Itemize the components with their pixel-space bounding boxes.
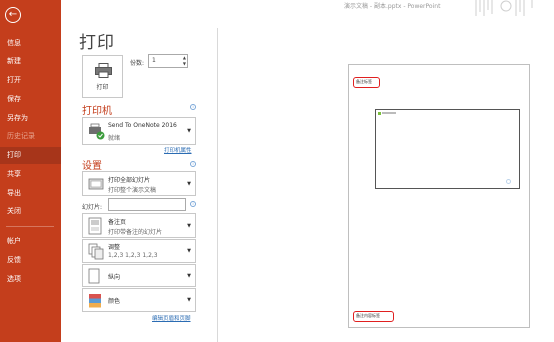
slides-stack-icon <box>88 178 104 190</box>
sidebar-item-share[interactable]: 共享 <box>0 166 61 183</box>
color-dropdown[interactable]: 颜色 ▼ <box>82 288 196 312</box>
decorative-pattern-icon <box>475 0 533 16</box>
sidebar-item-save[interactable]: 保存 <box>0 91 61 108</box>
settings-section-heading: 设置 <box>82 161 102 172</box>
chevron-down-icon: ▼ <box>187 180 191 187</box>
sidebar-item-close[interactable]: 关闭 <box>0 203 61 220</box>
sidebar-item-print[interactable]: 打印 <box>0 147 61 164</box>
page-title: 打印 <box>79 33 115 53</box>
pane-divider <box>217 28 218 342</box>
slides-label: 幻灯片: <box>82 204 103 211</box>
print-range-dropdown[interactable]: 打印全部幻灯片 打印整个演示文稿 ▼ <box>82 171 196 196</box>
printer-device-icon <box>89 123 105 140</box>
print-range-title: 打印全部幻灯片 <box>108 177 151 184</box>
window-title: 演示文稿 - 副本.pptx - PowerPoint <box>344 3 441 10</box>
notes-page-icon <box>88 217 102 235</box>
printer-dropdown[interactable]: Send To OneNote 2016 就绪 ▼ <box>82 117 196 145</box>
chevron-down-icon: ▼ <box>187 272 191 279</box>
layout-dropdown[interactable]: 备注页 打印带备注的幻灯片 ▼ <box>82 213 196 238</box>
print-range-subtitle: 打印整个演示文稿 <box>108 187 157 194</box>
preview-footer-highlight: 备注内容标签 <box>353 311 394 322</box>
sidebar-item-export[interactable]: 导出 <box>0 185 61 202</box>
sidebar-item-open[interactable]: 打开 <box>0 72 61 89</box>
print-button-label: 打印 <box>96 84 109 91</box>
slide-corner-mark-icon <box>506 179 511 184</box>
collate-icon <box>88 243 104 260</box>
info-icon[interactable]: i <box>190 104 196 110</box>
slide-text-line <box>382 112 396 114</box>
title-bar: 演示文稿 - 副本.pptx - PowerPoint <box>61 0 554 18</box>
copies-label: 份数: <box>130 60 145 67</box>
copies-spinner-icon[interactable]: ▲ ▼ <box>183 55 186 67</box>
preview-slide-thumbnail <box>375 109 520 189</box>
collate-title: 调整 <box>108 244 121 251</box>
collate-subtitle: 1,2,3 1,2,3 1,2,3 <box>108 252 158 259</box>
printer-status: 就绪 <box>108 135 121 142</box>
layout-subtitle: 打印带备注的幻灯片 <box>108 229 163 236</box>
printer-properties-link[interactable]: 打印机属性 <box>164 146 192 154</box>
sidebar-item-history[interactable]: 历史记录 <box>0 128 61 145</box>
sidebar-item-new[interactable]: 新建 <box>0 53 61 70</box>
sidebar-item-save-as[interactable]: 另存为 <box>0 110 61 127</box>
sidebar-item-options[interactable]: 选项 <box>0 271 61 288</box>
backstage-sidebar: ← 信息 新建 打开 保存 另存为 历史记录 打印 共享 导出 关闭 帐户 反馈… <box>0 0 61 342</box>
printer-icon <box>95 63 112 78</box>
printer-name: Send To OneNote 2016 <box>108 122 177 129</box>
color-label: 颜色 <box>108 298 121 305</box>
sidebar-item-feedback[interactable]: 反馈 <box>0 252 61 269</box>
info-icon[interactable]: i <box>190 161 196 167</box>
printer-section-heading: 打印机 <box>82 106 112 117</box>
portrait-page-icon <box>88 268 100 284</box>
orientation-label: 纵向 <box>108 274 121 281</box>
orientation-dropdown[interactable]: 纵向 ▼ <box>82 264 196 287</box>
slides-input[interactable] <box>108 198 186 211</box>
sidebar-item-info[interactable]: 信息 <box>0 35 61 52</box>
chevron-down-icon: ▼ <box>187 297 191 303</box>
collate-dropdown[interactable]: 调整 1,2,3 1,2,3 1,2,3 ▼ <box>82 239 196 263</box>
chevron-down-icon: ▼ <box>187 128 191 134</box>
sidebar-divider <box>6 226 54 227</box>
info-icon[interactable]: i <box>190 201 196 207</box>
print-preview-page <box>348 64 530 328</box>
layout-title: 备注页 <box>108 219 127 226</box>
slide-bullet-icon <box>378 112 381 115</box>
print-button[interactable]: 打印 <box>82 55 123 98</box>
copies-value: 1 <box>152 57 156 64</box>
preview-header-highlight: 备注标签 <box>353 77 380 88</box>
chevron-down-icon: ▼ <box>187 248 191 254</box>
chevron-down-icon: ▼ <box>187 222 191 229</box>
copies-input[interactable]: 1 ▲ ▼ <box>148 54 188 68</box>
color-swatch-icon <box>89 294 101 308</box>
edit-header-footer-link[interactable]: 编辑页眉和页脚 <box>152 314 191 322</box>
sidebar-item-account[interactable]: 帐户 <box>0 233 61 250</box>
back-arrow-icon[interactable]: ← <box>5 7 21 23</box>
